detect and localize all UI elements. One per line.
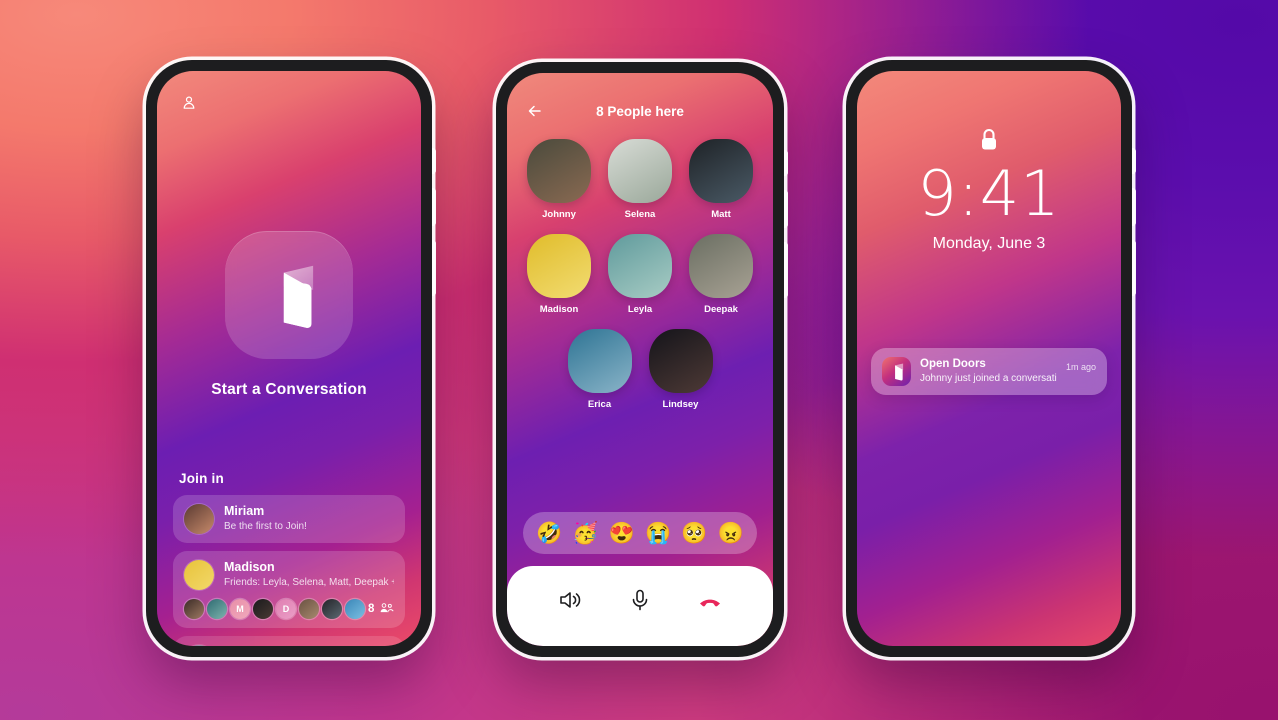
participant-name: Matt: [711, 209, 731, 220]
avatar-initial: D: [276, 599, 296, 619]
participant-avatar-stack: M D 8: [184, 599, 394, 619]
start-conversation-label: Start a Conversation: [211, 381, 367, 398]
emoji-reaction-bar: 🤣 🥳 😍 😭 🥺 😠: [523, 512, 757, 554]
participant[interactable]: Erica: [567, 329, 632, 410]
hangup-icon[interactable]: [697, 587, 723, 613]
avatar: [184, 504, 214, 534]
list-item-subtitle: Friends: Leyla, Selena, Matt, Deepak +1: [224, 577, 394, 589]
avatar: [322, 599, 342, 619]
participants-grid: Johnny Selena Matt Madison Leyla Deepak …: [507, 139, 773, 424]
home-screen: Start a Conversation Join in Miriam Be t…: [157, 71, 421, 646]
emoji-rofl[interactable]: 🤣: [536, 523, 562, 544]
avatar: [689, 234, 753, 298]
participant-row: Madison Leyla Deepak: [527, 234, 753, 315]
person-icon[interactable]: [181, 95, 197, 111]
participant[interactable]: Madison: [527, 234, 591, 315]
notification-body: Open Doors Johnny just joined a conversa…: [920, 357, 1057, 385]
lock-time: 9:41: [917, 157, 1061, 230]
participant-name: Leyla: [627, 304, 653, 315]
avatar: [567, 329, 632, 393]
phone-home: Start a Conversation Join in Miriam Be t…: [146, 60, 436, 657]
avatar: [648, 329, 713, 393]
people-icon: [379, 602, 394, 617]
join-in-section: Join in Miriam Be the first to Join! Mad…: [157, 471, 421, 646]
participant-name: Johnny: [542, 209, 576, 220]
avatar: [299, 599, 319, 619]
avatar: [527, 139, 591, 203]
page-title: 8 People here: [596, 103, 684, 119]
participant[interactable]: Lindsey: [648, 329, 713, 410]
call-screen: 8 People here Johnny Selena Matt Madison…: [507, 73, 773, 646]
participant-row: Johnny Selena Matt: [527, 139, 753, 220]
avatar: [345, 599, 365, 619]
phone-lock: 9:41 Monday, June 3 Open Doors Johnny ju…: [846, 60, 1136, 657]
phone1-side-button-top[interactable]: [432, 148, 436, 174]
open-door-logo: [882, 357, 911, 386]
participant[interactable]: Leyla: [608, 234, 672, 315]
participant-name: Madison: [539, 304, 579, 315]
emoji-sobbing[interactable]: 😭: [645, 523, 671, 544]
open-door-logo[interactable]: [225, 231, 353, 359]
lock-icon: [979, 127, 999, 153]
participant[interactable]: Matt: [689, 139, 753, 220]
emoji-heart-eyes[interactable]: 😍: [609, 523, 635, 544]
list-item[interactable]: Madison Friends: Leyla, Selena, Matt, De…: [173, 551, 405, 628]
notification-timestamp: 1m ago: [1065, 362, 1096, 372]
avatar: [253, 599, 273, 619]
list-item-name: Madison: [224, 560, 275, 575]
participant-name: Lindsey: [662, 399, 699, 410]
list-item-name: Shaurya Singhal: [224, 645, 322, 646]
emoji-angry[interactable]: 😠: [718, 523, 744, 544]
participant[interactable]: Johnny: [527, 139, 591, 220]
microphone-icon[interactable]: [627, 587, 653, 613]
participant-name: Deepak: [704, 304, 738, 315]
participant[interactable]: Deepak: [689, 234, 753, 315]
home-hero: Start a Conversation: [157, 231, 421, 399]
lock-screen: 9:41 Monday, June 3 Open Doors Johnny ju…: [857, 71, 1121, 646]
avatar: [207, 599, 227, 619]
avatar: [184, 645, 214, 646]
participant-count-value: 8: [368, 603, 375, 615]
notification-message: Johnny just joined a conversation: [920, 373, 1057, 385]
participant-row: Erica Lindsey: [527, 329, 753, 410]
participant-count: 8: [368, 602, 394, 617]
avatar: [184, 599, 204, 619]
lock-date: Monday, June 3: [932, 235, 1046, 252]
list-item[interactable]: Miriam Be the first to Join!: [173, 495, 405, 543]
phone3-side-button-top[interactable]: [1132, 148, 1136, 174]
list-item[interactable]: Shaurya Singhal Friends: Riya Singh: [173, 636, 405, 646]
avatar: [527, 234, 591, 298]
participant-name: Erica: [587, 399, 612, 410]
phone-call: 8 People here Johnny Selena Matt Madison…: [496, 62, 788, 657]
avatar-initial: M: [230, 599, 250, 619]
notification-banner[interactable]: Open Doors Johnny just joined a conversa…: [871, 348, 1107, 395]
call-header: 8 People here: [507, 101, 773, 121]
join-in-heading: Join in: [179, 471, 224, 486]
avatar: [184, 560, 214, 590]
participant-name: Selena: [624, 209, 656, 220]
avatar: [689, 139, 753, 203]
notification-title: Open Doors: [920, 358, 986, 371]
avatar: [608, 139, 672, 203]
list-item-subtitle: Be the first to Join!: [224, 521, 307, 533]
speaker-icon[interactable]: [557, 587, 583, 613]
list-item-name: Miriam: [224, 504, 265, 519]
avatar: [608, 234, 672, 298]
lock-screen-clock: 9:41 Monday, June 3: [857, 127, 1121, 253]
call-controls-bar: [507, 566, 773, 646]
phone2-side-button-top[interactable]: [784, 150, 788, 176]
participant[interactable]: Selena: [608, 139, 672, 220]
emoji-partying[interactable]: 🥳: [572, 523, 598, 544]
emoji-pleading[interactable]: 🥺: [681, 523, 707, 544]
